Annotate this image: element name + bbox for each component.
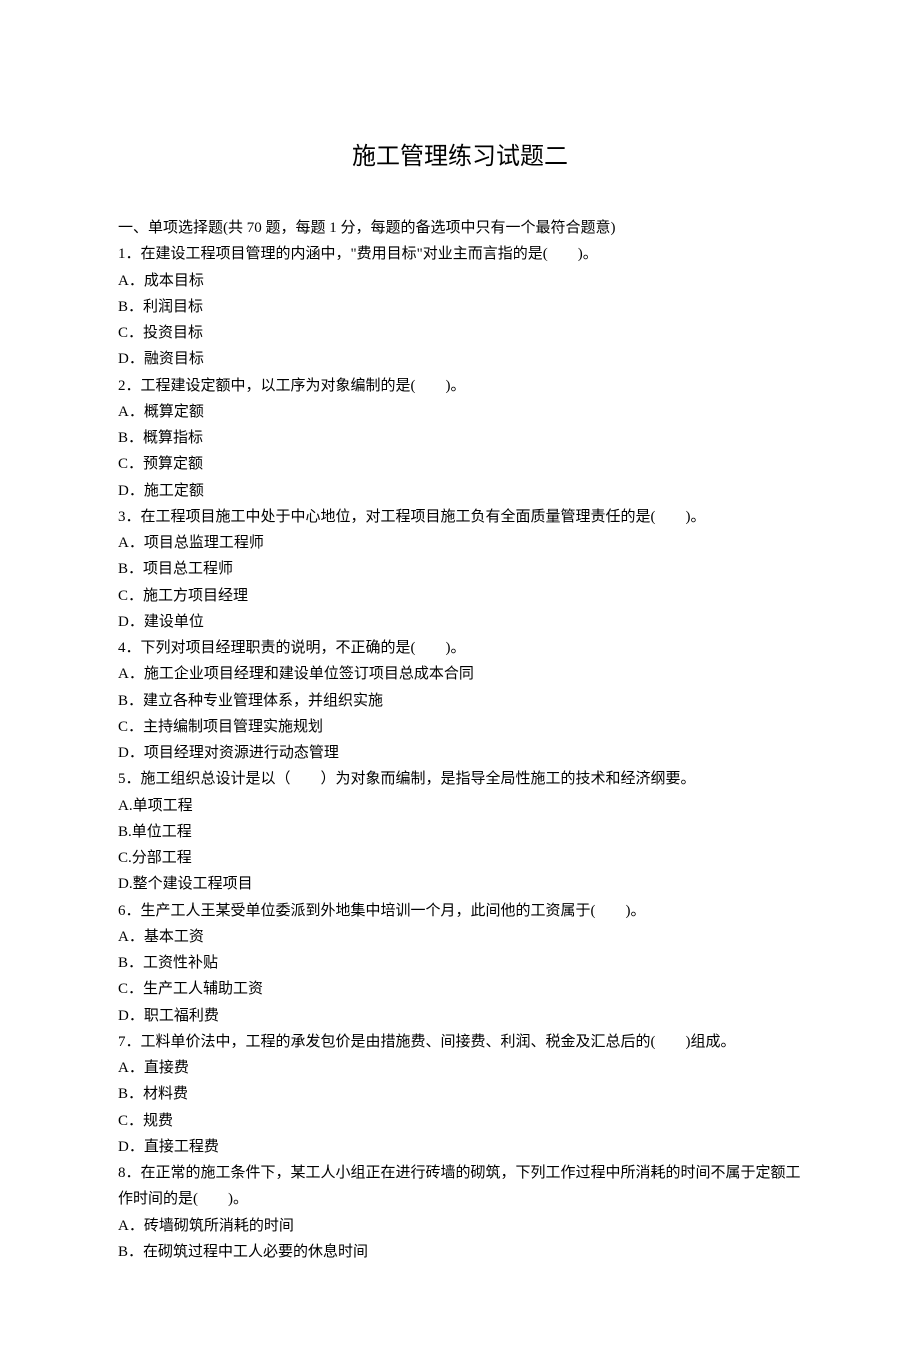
question-stem: 4．下列对项目经理职责的说明，不正确的是( )。: [118, 635, 802, 661]
question-stem: 3．在工程项目施工中处于中心地位，对工程项目施工负有全面质量管理责任的是( )。: [118, 504, 802, 530]
question-stem: 7．工料单价法中，工程的承发包价是由措施费、间接费、利润、税金及汇总后的( )组…: [118, 1029, 802, 1055]
option: B．材料费: [118, 1081, 802, 1107]
option: A．砖墙砌筑所消耗的时间: [118, 1213, 802, 1239]
option: D．建设单位: [118, 609, 802, 635]
option: A．施工企业项目经理和建设单位签订项目总成本合同: [118, 661, 802, 687]
option: A．项目总监理工程师: [118, 530, 802, 556]
option: B．利润目标: [118, 294, 802, 320]
option: C.分部工程: [118, 845, 802, 871]
option: D．项目经理对资源进行动态管理: [118, 740, 802, 766]
option: D．融资目标: [118, 346, 802, 372]
question-stem: 6．生产工人王某受单位委派到外地集中培训一个月，此间他的工资属于( )。: [118, 898, 802, 924]
option: B.单位工程: [118, 819, 802, 845]
option: A.单项工程: [118, 793, 802, 819]
option: C．规费: [118, 1108, 802, 1134]
question-stem: 2．工程建设定额中，以工序为对象编制的是( )。: [118, 373, 802, 399]
option: A．成本目标: [118, 268, 802, 294]
document-page: 施工管理练习试题二 一、单项选择题(共 70 题，每题 1 分，每题的备选项中只…: [0, 0, 920, 1345]
option: A．基本工资: [118, 924, 802, 950]
option: D．直接工程费: [118, 1134, 802, 1160]
option: B．建立各种专业管理体系，并组织实施: [118, 688, 802, 714]
option: A．直接费: [118, 1055, 802, 1081]
question-stem: 5．施工组织总设计是以（ ）为对象而编制，是指导全局性施工的技术和经济纲要。: [118, 766, 802, 792]
option: B．概算指标: [118, 425, 802, 451]
option: D．施工定额: [118, 478, 802, 504]
option: C．施工方项目经理: [118, 583, 802, 609]
option: B．项目总工程师: [118, 556, 802, 582]
option: B．工资性补贴: [118, 950, 802, 976]
option: B．在砌筑过程中工人必要的休息时间: [118, 1239, 802, 1265]
option: C．主持编制项目管理实施规划: [118, 714, 802, 740]
question-stem: 1．在建设工程项目管理的内涵中，"费用目标"对业主而言指的是( )。: [118, 241, 802, 267]
section-header: 一、单项选择题(共 70 题，每题 1 分，每题的备选项中只有一个最符合题意): [118, 215, 802, 241]
question-stem: 8．在正常的施工条件下，某工人小组正在进行砖墙的砌筑，下列工作过程中所消耗的时间…: [118, 1160, 802, 1213]
page-title: 施工管理练习试题二: [118, 136, 802, 171]
option: C．生产工人辅助工资: [118, 976, 802, 1002]
option: D．职工福利费: [118, 1003, 802, 1029]
option: C．预算定额: [118, 451, 802, 477]
option: C．投资目标: [118, 320, 802, 346]
content-body: 一、单项选择题(共 70 题，每题 1 分，每题的备选项中只有一个最符合题意) …: [118, 215, 802, 1265]
option: D.整个建设工程项目: [118, 871, 802, 897]
option: A．概算定额: [118, 399, 802, 425]
